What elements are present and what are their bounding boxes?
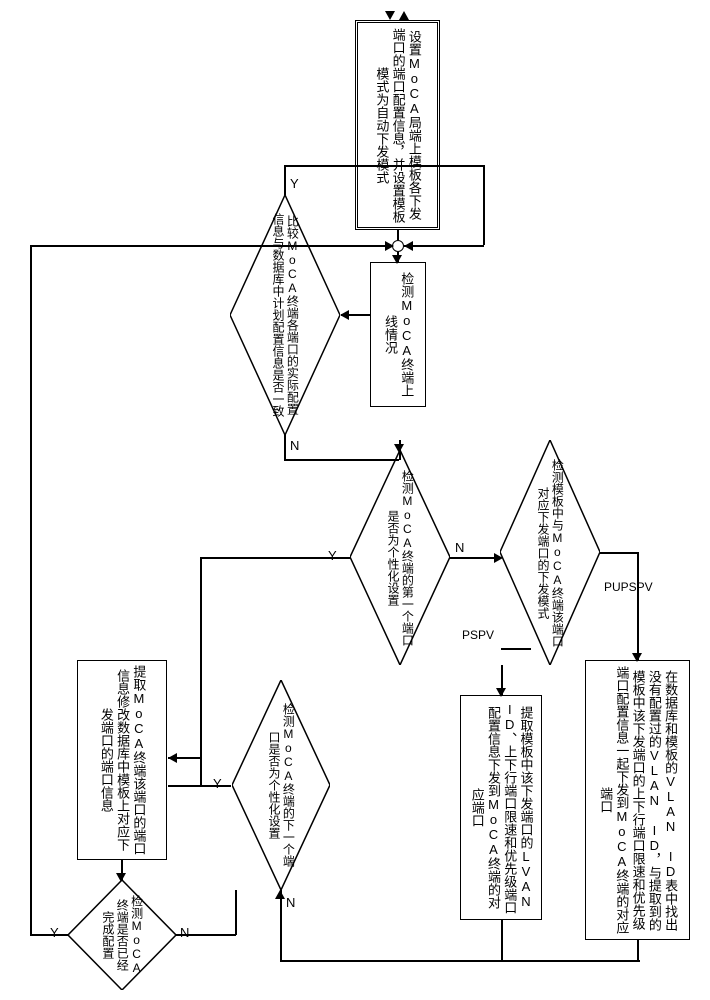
compare-diamond: 比较MoCA终端各端口的实际配置信息与数据库中计划配置信息是否一致 <box>230 195 340 435</box>
detect-online-text: 检测MoCA终端上线情况 <box>382 267 415 402</box>
pspv-box: 提取模板中该下发端口的LVAN ID、上下行端口限速和优先级端口配置信息下发到M… <box>460 695 542 920</box>
complete-diamond: 检测MoCA终端是否已经完成配置 <box>68 880 176 990</box>
template-mode-diamond: 检测模板中与MoCA终端该端口对应下发端口的下发模式 <box>500 440 600 665</box>
pspv-text: 提取模板中该下发端口的LVAN ID、上下行端口限速和优先级端口配置信息下发到M… <box>469 700 534 915</box>
label-N-compare: N <box>290 438 299 453</box>
label-N-complete: N <box>180 925 189 940</box>
detect-online-box: 检测MoCA终端上线情况 <box>370 262 426 407</box>
label-Y-nextport: Y <box>213 776 222 791</box>
label-PSPV: PSPV <box>462 628 494 642</box>
label-Y-firstport: Y <box>328 548 337 563</box>
label-N-firstport: N <box>455 540 464 555</box>
compare-text: 比较MoCA终端各端口的实际配置信息与数据库中计划配置信息是否一致 <box>271 213 300 417</box>
start-text: 设置MoCA局端上模板各下发端口的端口配置信息，并设置模板模式为自动下发模式 <box>373 27 422 223</box>
first-port-text: 检测MoCA终端的第一个端口是否为个性化设置 <box>386 468 415 647</box>
label-PUPSPV: PUPSPV <box>604 580 653 594</box>
first-port-diamond: 检测MoCA终端的第一个端口是否为个性化设置 <box>350 450 450 665</box>
label-Y-complete: Y <box>50 925 59 940</box>
next-port-text: 检测MoCA终端的下一个端口是否为个性化设置 <box>267 698 296 872</box>
start-box: 设置MoCA局端上模板各下发端口的端口配置信息，并设置模板模式为自动下发模式 <box>355 20 440 230</box>
label-Y-compare: Y <box>290 176 299 191</box>
pupspv-text: 在数据库和模板的VLAN ID表中找出没有配置过的VLAN ID，与提取到的模板… <box>597 665 678 935</box>
label-N-nextport: N <box>286 895 295 910</box>
next-port-diamond: 检测MoCA终端的下一个端口是否为个性化设置 <box>232 680 330 890</box>
extract-modify-box: 提取MoCA终端该端口的端口信息修改数据库中模板上对应下发端口的端口信息 <box>77 660 167 860</box>
complete-text: 检测MoCA终端是否已经完成配置 <box>100 894 143 976</box>
pupspv-box: 在数据库和模板的VLAN ID表中找出没有配置过的VLAN ID，与提取到的模板… <box>585 660 690 940</box>
template-mode-text: 检测模板中与MoCA终端该端口对应下发端口的下发模式 <box>536 458 565 647</box>
extract-modify-text: 提取MoCA终端该端口的端口信息修改数据库中模板上对应下发端口的端口信息 <box>98 665 147 855</box>
